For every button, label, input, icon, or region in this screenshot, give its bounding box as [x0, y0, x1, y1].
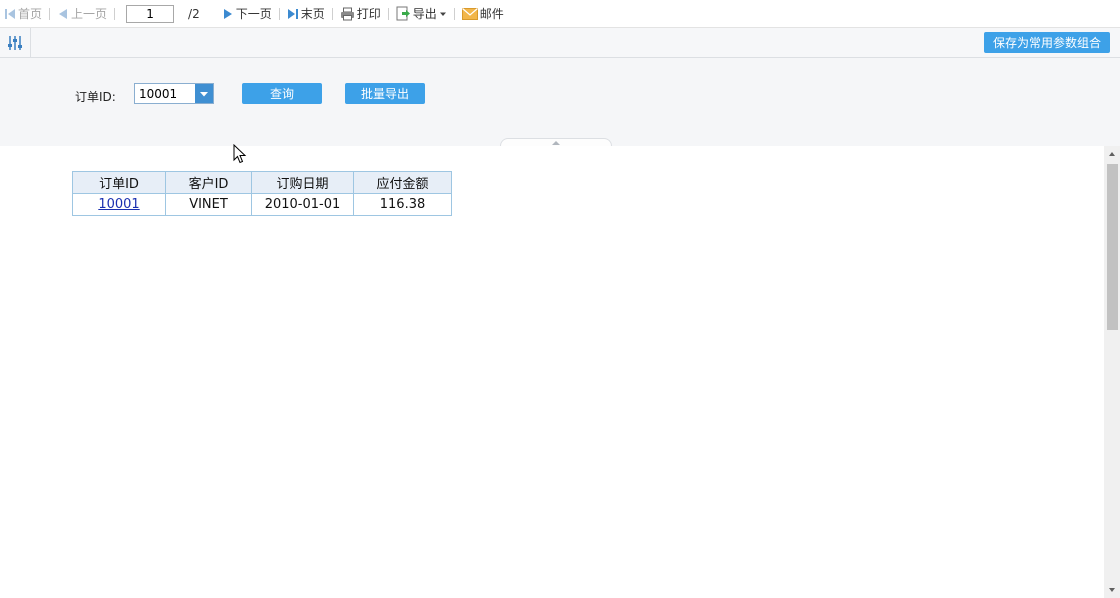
print-icon — [340, 7, 354, 20]
mail-label: 邮件 — [479, 7, 504, 21]
report-toolbar: 首页 上一页 /2 下一页 末页 打印 导出 — [0, 0, 1120, 28]
scrollbar-thumb[interactable] — [1107, 164, 1118, 330]
toolbar-separator — [453, 7, 455, 20]
last-page-button[interactable]: 末页 — [287, 5, 325, 22]
params-toggle-button[interactable] — [0, 28, 31, 57]
scroll-up-icon — [1109, 152, 1115, 156]
toolbar-separator — [114, 7, 116, 20]
table-cell: 2010-01-01 — [251, 193, 354, 216]
first-page-icon — [5, 8, 15, 19]
table-row: 10001 VINET 2010-01-01 116.38 — [72, 193, 452, 216]
dropdown-arrow-icon — [200, 91, 208, 96]
print-button[interactable]: 打印 — [340, 5, 381, 22]
batch-export-button[interactable]: 批量导出 — [345, 83, 425, 104]
next-page-label: 下一页 — [235, 7, 272, 21]
query-button[interactable]: 查询 — [242, 83, 322, 104]
query-label: 查询 — [269, 87, 294, 101]
export-label: 导出 — [412, 7, 437, 21]
order-id-label: 订单ID: — [75, 90, 116, 104]
table-cell: VINET — [165, 193, 252, 216]
scroll-down-icon — [1109, 588, 1115, 592]
column-header: 订购日期 — [251, 171, 354, 194]
mail-button[interactable]: 邮件 — [461, 5, 504, 22]
table-cell: 116.38 — [353, 193, 452, 216]
toolbar-separator — [49, 7, 51, 20]
first-page-button[interactable]: 首页 — [4, 5, 42, 22]
first-page-label: 首页 — [18, 7, 43, 21]
table-header-row: 订单ID 客户ID 订购日期 应付金额 — [72, 171, 452, 194]
order-id-value: 10001 — [139, 87, 178, 101]
toolbar-separator — [331, 7, 333, 20]
batch-export-label: 批量导出 — [360, 87, 409, 101]
params-header-bar: 保存为常用参数组合 — [0, 28, 1120, 58]
prev-page-label: 上一页 — [71, 7, 108, 21]
order-id-combobox[interactable]: 10001 — [134, 83, 214, 104]
export-icon — [396, 6, 410, 21]
export-button[interactable]: 导出 — [396, 5, 447, 22]
save-param-combo-button[interactable]: 保存为常用参数组合 — [983, 32, 1110, 53]
scroll-down-button[interactable] — [1104, 582, 1120, 598]
table-cell: 10001 — [72, 193, 166, 216]
mail-icon — [461, 7, 478, 20]
order-id-link[interactable]: 10001 — [98, 197, 139, 212]
chevron-up-icon — [552, 140, 560, 145]
print-label: 打印 — [356, 7, 381, 21]
params-toggle-icon — [8, 35, 22, 50]
prev-page-icon — [59, 8, 68, 19]
page-total: /2 — [188, 6, 200, 21]
next-page-icon — [223, 8, 232, 19]
last-page-label: 末页 — [300, 7, 325, 21]
scroll-up-button[interactable] — [1104, 146, 1120, 162]
toolbar-separator — [278, 7, 280, 20]
next-page-button[interactable]: 下一页 — [222, 5, 272, 22]
report-table: 订单ID 客户ID 订购日期 应付金额 10001 VINET 2010-01-… — [72, 171, 452, 216]
report-content: 订单ID 客户ID 订购日期 应付金额 10001 VINET 2010-01-… — [0, 146, 1104, 598]
column-header: 客户ID — [165, 171, 252, 194]
column-header: 订单ID — [72, 171, 166, 194]
order-id-dropdown-button[interactable] — [195, 84, 213, 103]
page-number-input[interactable] — [126, 4, 175, 23]
params-collapse-handle[interactable] — [500, 138, 612, 146]
prev-page-button[interactable]: 上一页 — [57, 5, 107, 22]
save-param-combo-label: 保存为常用参数组合 — [992, 36, 1101, 50]
toolbar-separator — [387, 7, 389, 20]
params-panel: 订单ID: 10001 查询 批量导出 — [0, 58, 1120, 146]
vertical-scrollbar[interactable] — [1104, 146, 1120, 598]
mouse-cursor-icon — [233, 144, 247, 164]
chevron-down-icon — [439, 12, 446, 16]
column-header: 应付金额 — [353, 171, 452, 194]
last-page-icon — [287, 8, 298, 19]
